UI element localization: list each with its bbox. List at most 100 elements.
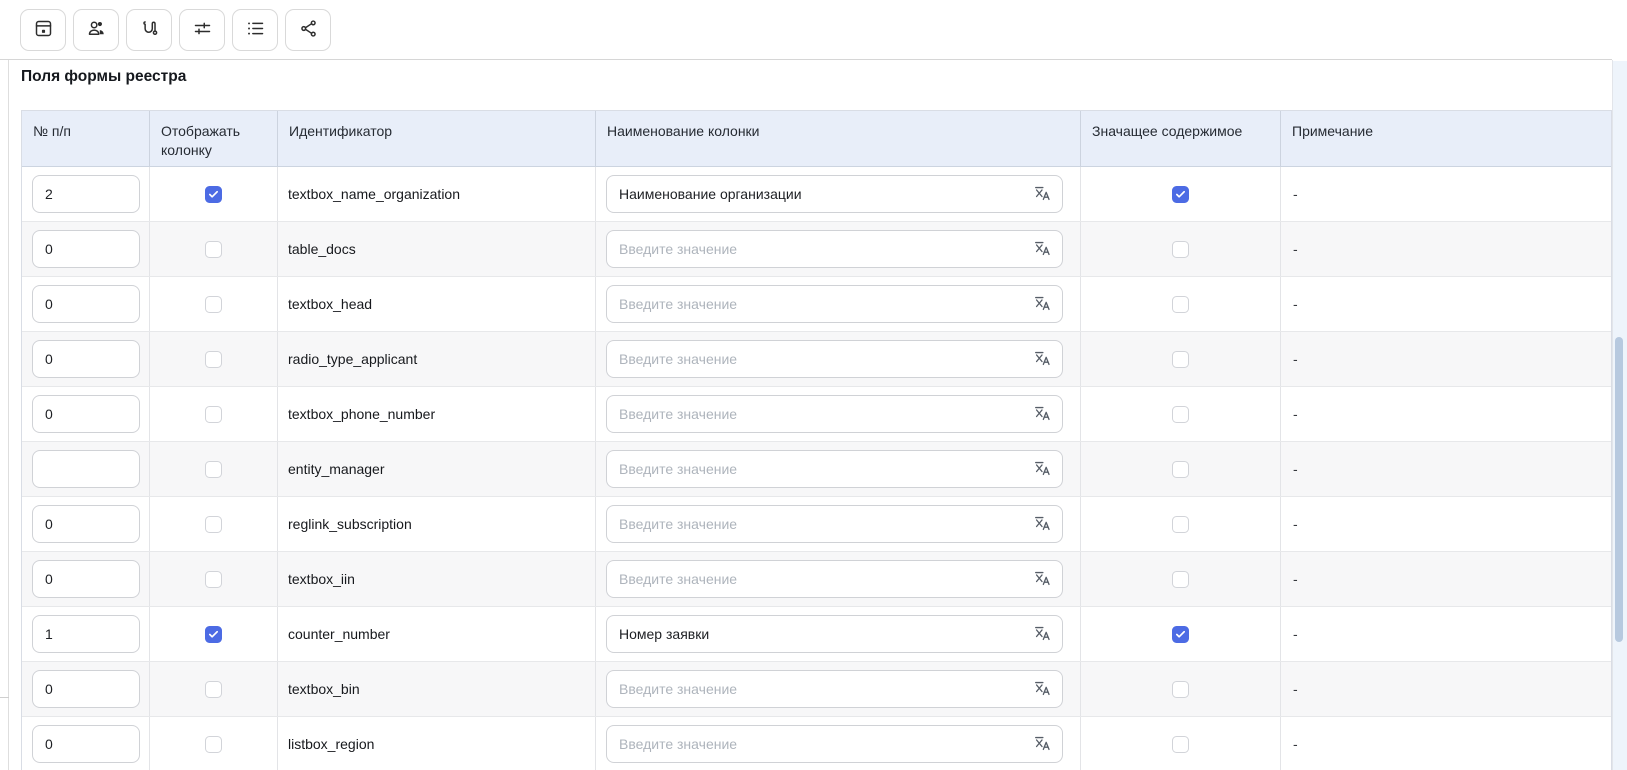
identifier-label: counter_number bbox=[288, 626, 390, 642]
translate-icon[interactable] bbox=[1032, 294, 1052, 314]
translate-icon[interactable] bbox=[1032, 349, 1052, 369]
significant-checkbox[interactable] bbox=[1172, 240, 1189, 258]
identifier-cell: textbox_head bbox=[278, 277, 596, 331]
table-row: table_docs - bbox=[22, 222, 1611, 277]
display-column-checkbox[interactable] bbox=[205, 680, 222, 698]
identifier-label: radio_type_applicant bbox=[288, 351, 418, 367]
table-header-row: № п/п Отображать колонку Идентификатор Н… bbox=[22, 111, 1611, 167]
significant-checkbox[interactable] bbox=[1172, 185, 1189, 203]
table-row: radio_type_applicant - bbox=[22, 332, 1611, 387]
order-cell bbox=[22, 662, 150, 716]
row-number-input[interactable] bbox=[32, 725, 140, 763]
row-number-input[interactable] bbox=[32, 175, 140, 213]
display-column-cell bbox=[150, 717, 278, 770]
column-name-input[interactable] bbox=[606, 670, 1063, 708]
row-number-input[interactable] bbox=[32, 560, 140, 598]
route-button[interactable] bbox=[126, 8, 172, 51]
note-cell: - bbox=[1293, 736, 1298, 752]
significant-content-cell bbox=[1081, 277, 1281, 331]
column-name-cell bbox=[596, 332, 1081, 386]
identifier-cell: textbox_iin bbox=[278, 552, 596, 606]
significant-checkbox[interactable] bbox=[1172, 405, 1189, 423]
translate-icon[interactable] bbox=[1032, 569, 1052, 589]
translate-icon[interactable] bbox=[1032, 184, 1052, 204]
identifier-label: textbox_name_organization bbox=[288, 186, 461, 202]
translate-icon[interactable] bbox=[1032, 624, 1052, 644]
identifier-label: textbox_phone_number bbox=[288, 406, 436, 422]
significant-checkbox[interactable] bbox=[1172, 735, 1189, 753]
column-name-cell bbox=[596, 277, 1081, 331]
adjustments-icon bbox=[192, 18, 213, 42]
significant-content-cell bbox=[1081, 552, 1281, 606]
significant-checkbox[interactable] bbox=[1172, 680, 1189, 698]
significant-checkbox[interactable] bbox=[1172, 625, 1189, 643]
column-name-input[interactable] bbox=[606, 560, 1063, 598]
display-column-cell bbox=[150, 222, 278, 276]
column-name-input[interactable] bbox=[606, 505, 1063, 543]
order-cell bbox=[22, 387, 150, 441]
display-column-checkbox[interactable] bbox=[205, 240, 222, 258]
note-cell: - bbox=[1293, 296, 1298, 312]
table-row: listbox_region - bbox=[22, 717, 1611, 770]
column-name-input[interactable] bbox=[606, 615, 1063, 653]
row-number-input[interactable] bbox=[32, 395, 140, 433]
adjustments-button[interactable] bbox=[179, 8, 225, 51]
row-number-input[interactable] bbox=[32, 340, 140, 378]
significant-checkbox[interactable] bbox=[1172, 570, 1189, 588]
translate-icon[interactable] bbox=[1032, 734, 1052, 754]
column-name-input[interactable] bbox=[606, 450, 1063, 488]
vertical-scrollbar[interactable] bbox=[1613, 61, 1627, 770]
display-column-checkbox[interactable] bbox=[205, 350, 222, 368]
scrollbar-thumb[interactable] bbox=[1615, 337, 1623, 642]
translate-icon[interactable] bbox=[1032, 459, 1052, 479]
display-column-cell bbox=[150, 167, 278, 221]
column-name-input[interactable] bbox=[606, 395, 1063, 433]
column-name-input[interactable] bbox=[606, 340, 1063, 378]
identifier-label: textbox_bin bbox=[288, 681, 360, 697]
significant-checkbox[interactable] bbox=[1172, 460, 1189, 478]
significant-checkbox[interactable] bbox=[1172, 295, 1189, 313]
display-column-checkbox[interactable] bbox=[205, 735, 222, 753]
column-name-input[interactable] bbox=[606, 175, 1063, 213]
users-button[interactable] bbox=[73, 8, 119, 51]
display-column-checkbox[interactable] bbox=[205, 405, 222, 423]
significant-content-cell bbox=[1081, 332, 1281, 386]
users-icon bbox=[86, 18, 107, 42]
display-column-checkbox[interactable] bbox=[205, 570, 222, 588]
significant-checkbox[interactable] bbox=[1172, 515, 1189, 533]
table-row: textbox_head - bbox=[22, 277, 1611, 332]
identifier-label: textbox_head bbox=[288, 296, 373, 312]
order-cell bbox=[22, 167, 150, 221]
row-number-input[interactable] bbox=[32, 615, 140, 653]
list-button[interactable] bbox=[232, 8, 278, 51]
note-cell: - bbox=[1293, 681, 1298, 697]
display-column-checkbox[interactable] bbox=[205, 625, 222, 643]
translate-icon[interactable] bbox=[1032, 679, 1052, 699]
identifier-label: listbox_region bbox=[288, 736, 375, 752]
row-number-input[interactable] bbox=[32, 670, 140, 708]
row-number-input[interactable] bbox=[32, 450, 140, 488]
display-column-checkbox[interactable] bbox=[205, 515, 222, 533]
order-cell bbox=[22, 607, 150, 661]
translate-icon[interactable] bbox=[1032, 514, 1052, 534]
significant-content-cell bbox=[1081, 167, 1281, 221]
save-icon bbox=[33, 18, 54, 42]
column-header-note: Примечание bbox=[1292, 123, 1374, 139]
order-cell bbox=[22, 277, 150, 331]
column-name-input[interactable] bbox=[606, 230, 1063, 268]
display-column-checkbox[interactable] bbox=[205, 185, 222, 203]
column-header-significant: Значащее содержимое bbox=[1081, 111, 1281, 166]
translate-icon[interactable] bbox=[1032, 239, 1052, 259]
significant-content-cell bbox=[1081, 662, 1281, 716]
display-column-checkbox[interactable] bbox=[205, 295, 222, 313]
row-number-input[interactable] bbox=[32, 230, 140, 268]
share-button[interactable] bbox=[285, 8, 331, 51]
column-name-input[interactable] bbox=[606, 725, 1063, 763]
translate-icon[interactable] bbox=[1032, 404, 1052, 424]
significant-checkbox[interactable] bbox=[1172, 350, 1189, 368]
save-button[interactable] bbox=[20, 8, 66, 51]
display-column-checkbox[interactable] bbox=[205, 460, 222, 478]
column-name-input[interactable] bbox=[606, 285, 1063, 323]
row-number-input[interactable] bbox=[32, 285, 140, 323]
row-number-input[interactable] bbox=[32, 505, 140, 543]
